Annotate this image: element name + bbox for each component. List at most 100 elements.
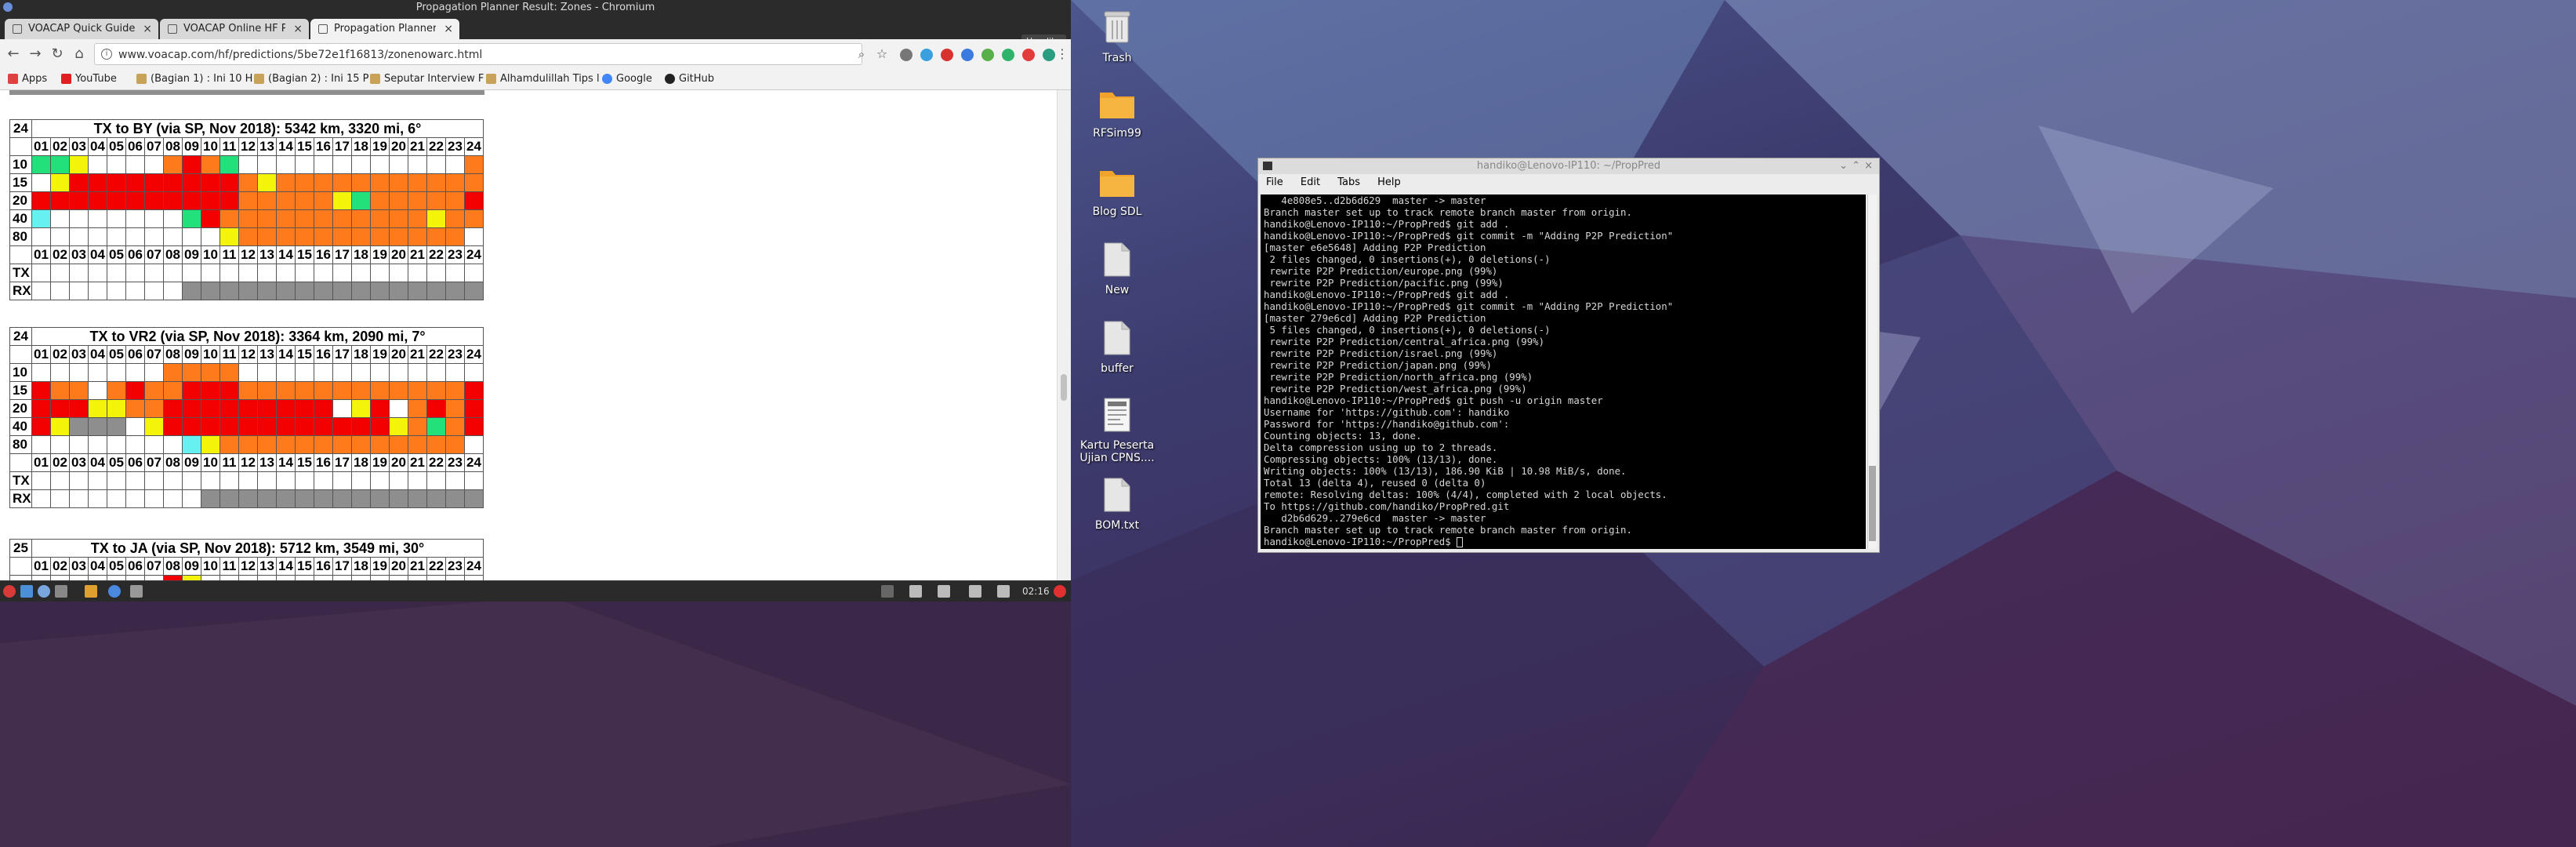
terminal-scrollbar[interactable] — [1867, 194, 1877, 549]
hour-label: 24 — [464, 345, 484, 364]
hour-label: 20 — [389, 345, 408, 364]
reliability-cell — [88, 282, 107, 300]
close-icon[interactable]: × — [1864, 158, 1873, 174]
reliability-cell — [389, 209, 408, 228]
clock[interactable]: 02:16 — [1022, 581, 1050, 602]
network-icon[interactable] — [969, 585, 981, 598]
bookmark-apps[interactable]: Apps — [6, 69, 47, 89]
tab-voacap-quick-guide[interactable]: VOACAP Quick Guide: H × — [5, 19, 158, 39]
extension-icon[interactable] — [1022, 49, 1035, 61]
reliability-cell — [163, 173, 183, 192]
hour-label: 02 — [50, 453, 70, 472]
reliability-cell — [314, 155, 333, 174]
start-menu-icon[interactable] — [3, 585, 16, 598]
info-icon[interactable]: i — [101, 49, 112, 60]
extension-icon[interactable] — [961, 49, 974, 61]
address-bar[interactable]: i — [94, 43, 862, 65]
terminal-output[interactable]: 4e808e5..d2b6d629 master -> master Branch… — [1261, 194, 1866, 549]
terminal-titlebar[interactable]: handiko@Lenovo-IP110: ~/PropPred ⌄ ⌃ × — [1258, 158, 1879, 174]
terminal-line: rewrite P2P Prediction/europe.png (99%) — [1264, 265, 1498, 277]
reliability-cell — [257, 209, 277, 228]
desktop-icon[interactable] — [20, 585, 33, 598]
star-icon[interactable]: ☆ — [873, 45, 891, 63]
desktop-icon-rfsim99[interactable]: RFSim99 — [1078, 86, 1156, 140]
maximize-icon[interactable]: ⌃ — [1852, 158, 1860, 174]
reliability-cell — [426, 381, 446, 400]
volume-icon[interactable] — [997, 585, 1010, 598]
window-list-icon[interactable] — [881, 585, 894, 598]
reliability-cell — [351, 264, 371, 282]
url-input[interactable] — [117, 45, 810, 64]
tab-voacap-online[interactable]: VOACAP Online HF Pred × — [160, 19, 309, 39]
terminal-taskbar-icon[interactable] — [130, 585, 143, 598]
display-icon[interactable] — [938, 585, 950, 598]
close-icon[interactable]: × — [444, 19, 453, 39]
desktop-icon-kartu-peserta[interactable]: Kartu Peserta Ujian CPNS.... — [1078, 397, 1156, 464]
reliability-cell — [50, 155, 70, 174]
reload-icon[interactable]: ↻ — [49, 45, 66, 63]
reliability-cell — [351, 399, 371, 418]
terminal-launcher-icon[interactable] — [55, 585, 67, 598]
reliability-cell — [163, 363, 183, 382]
menu-icon[interactable]: ⋮ — [1054, 45, 1071, 63]
reliability-cell — [464, 435, 484, 454]
hour-label: 13 — [257, 453, 277, 472]
minimize-icon[interactable]: ⌄ — [1839, 158, 1848, 174]
clipboard-icon[interactable] — [909, 585, 922, 598]
forward-icon[interactable]: → — [27, 45, 44, 63]
bookmark-bagian-1[interactable]: (Bagian 1) : Ini 10 H — [135, 69, 252, 89]
bookmark-icon — [370, 74, 380, 84]
reliability-cell — [238, 173, 258, 192]
close-icon[interactable]: × — [293, 19, 303, 39]
reliability-cell — [88, 417, 107, 436]
hour-label: 04 — [88, 137, 107, 156]
bookmark-bagian-2[interactable]: (Bagian 2) : Ini 15 P — [252, 69, 368, 89]
reliability-cell — [426, 227, 446, 246]
bookmark-seputar-interview[interactable]: Seputar Interview F — [368, 69, 484, 89]
search-icon[interactable]: ⌕ — [853, 45, 870, 63]
desktop-icon-new[interactable]: New — [1078, 242, 1156, 296]
scrollbar-thumb[interactable] — [1869, 466, 1876, 541]
extension-icon[interactable] — [900, 49, 912, 61]
band-row: RX — [9, 282, 484, 300]
tab-propagation-planner[interactable]: Propagation Planner Re × — [310, 19, 459, 39]
browser-launcher-icon[interactable] — [38, 585, 50, 598]
bookmark-alhamdulillah[interactable]: Alhamdulillah Tips l — [484, 69, 600, 89]
menu-edit[interactable]: Edit — [1301, 176, 1320, 188]
reliability-cell — [295, 399, 314, 418]
github-icon — [665, 74, 675, 84]
desktop-icon-bom-txt[interactable]: BOM.txt — [1078, 477, 1156, 532]
menu-help[interactable]: Help — [1377, 176, 1401, 188]
scrollbar-thumb[interactable] — [1061, 374, 1067, 401]
menu-tabs[interactable]: Tabs — [1337, 176, 1360, 188]
chromium-taskbar-icon[interactable] — [108, 585, 121, 598]
home-icon[interactable]: ⌂ — [71, 45, 88, 63]
desktop-icon-buffer[interactable]: buffer — [1078, 320, 1156, 375]
extension-icon[interactable] — [1002, 49, 1014, 61]
file-manager-icon[interactable] — [85, 585, 97, 598]
bookmark-youtube[interactable]: YouTube — [60, 69, 117, 89]
reliability-cell — [144, 471, 164, 490]
back-icon[interactable]: ← — [5, 45, 22, 63]
reliability-cell — [31, 417, 51, 436]
menu-file[interactable]: File — [1266, 176, 1283, 188]
extension-icon[interactable] — [981, 49, 994, 61]
reliability-cell — [445, 209, 465, 228]
page-icon — [168, 24, 177, 34]
desktop-icon-trash[interactable]: Trash — [1078, 8, 1156, 64]
bookmark-google[interactable]: Google — [600, 69, 652, 89]
reliability-cell — [182, 155, 201, 174]
path-title: TX to JA (via SP, Nov 2018): 5712 km, 35… — [31, 539, 484, 558]
power-icon[interactable] — [1054, 585, 1066, 598]
page-scrollbar[interactable] — [1057, 90, 1071, 580]
reliability-cell — [144, 381, 164, 400]
extension-icon[interactable] — [920, 49, 933, 61]
close-icon[interactable]: × — [143, 19, 152, 39]
desktop-icon-blog-sdl[interactable]: Blog SDL — [1078, 165, 1156, 218]
band-row: 10 — [9, 155, 484, 174]
reliability-cell — [351, 227, 371, 246]
extension-icon[interactable] — [941, 49, 953, 61]
hour-label: 04 — [88, 453, 107, 472]
hour-label: 11 — [220, 137, 239, 156]
bookmark-github[interactable]: GitHub — [663, 69, 714, 89]
